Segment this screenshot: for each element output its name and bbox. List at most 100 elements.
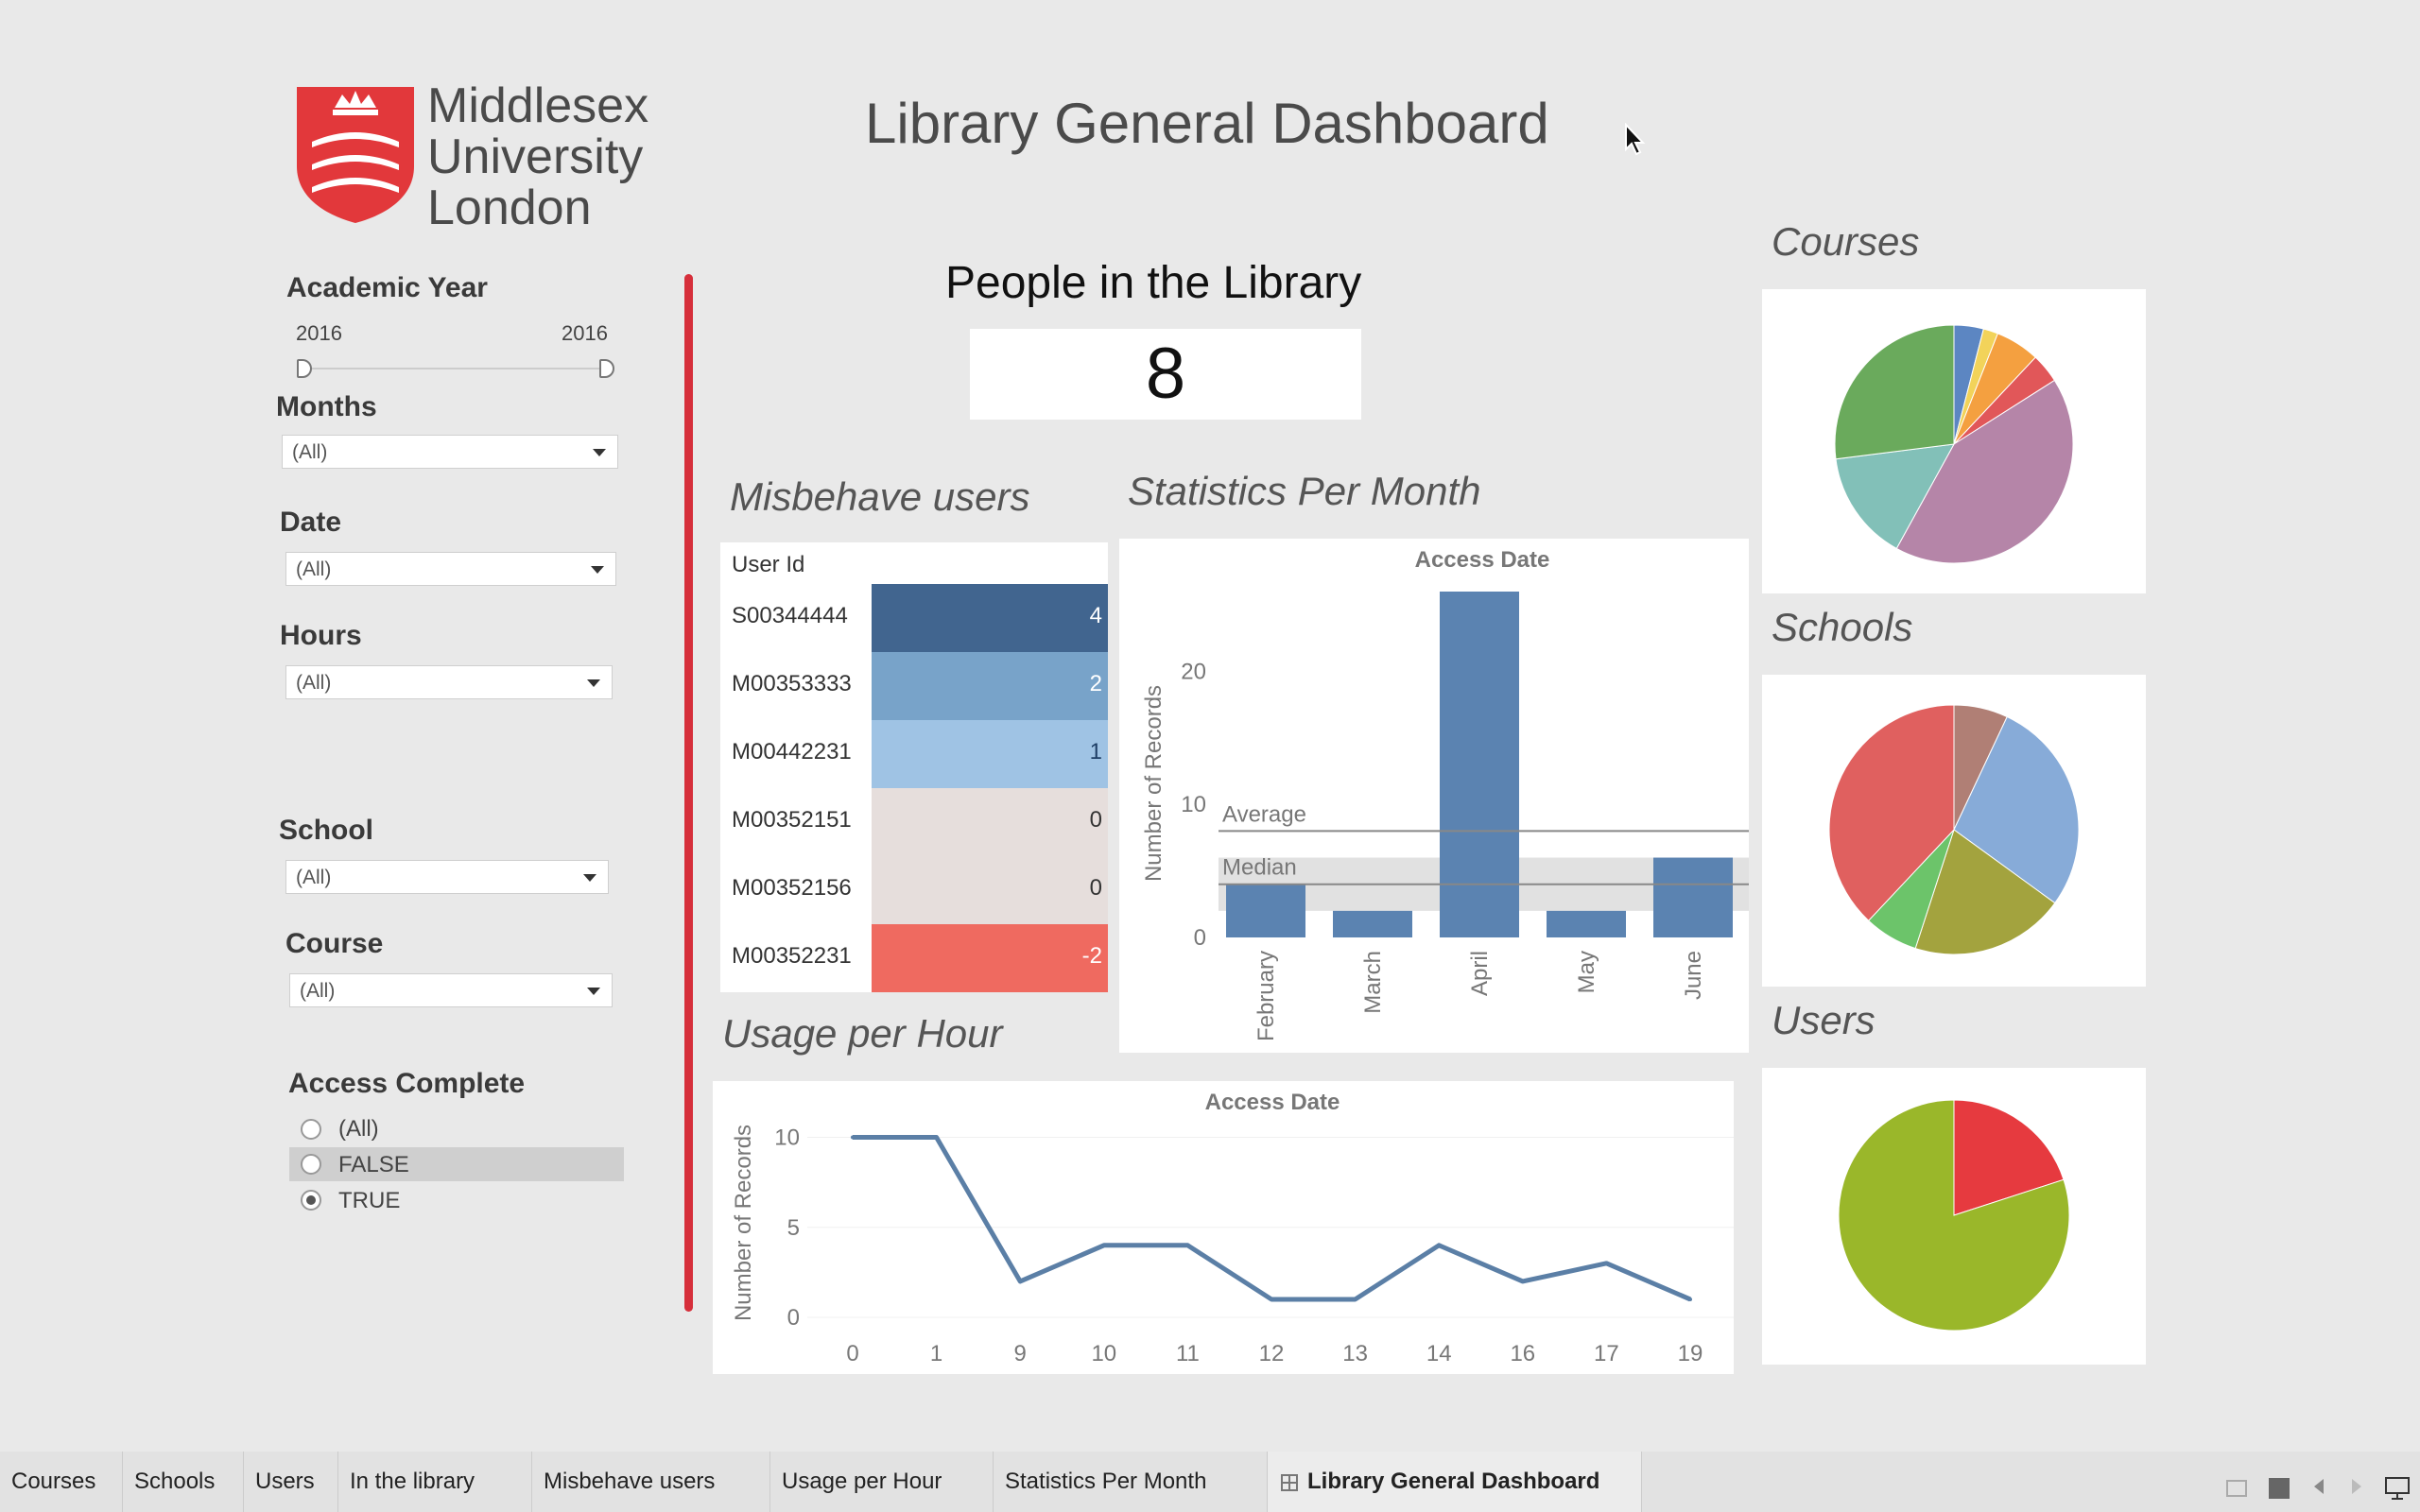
median-label: Median [1222, 855, 1297, 881]
date-dropdown[interactable]: (All) [285, 552, 616, 586]
tab-courses[interactable]: Courses [0, 1452, 123, 1512]
y-axis-label: Number of Records [731, 1125, 756, 1321]
bar [1440, 592, 1519, 937]
value-cell: 2 [872, 652, 1108, 720]
statistics-bar-chart[interactable]: Access Date Number of Records 0 10 20 Februar… [1119, 539, 1749, 1053]
table-row[interactable]: M00442231 1 [720, 720, 1108, 788]
value-cell: 0 [872, 788, 1108, 856]
chart-title: Access Date [1415, 547, 1550, 573]
bar [1547, 910, 1626, 937]
school-dropdown-value: (All) [296, 867, 332, 888]
year-slider-end-handle[interactable] [599, 359, 614, 378]
y-tick-label: 0 [787, 1305, 800, 1331]
value-label: 4 [1089, 603, 1102, 628]
access-option-label: FALSE [338, 1152, 409, 1177]
x-tick-label: 19 [1678, 1341, 1703, 1366]
data-point [1270, 1297, 1273, 1301]
people-count-box: 8 [970, 329, 1361, 420]
value-cell: -2 [872, 924, 1108, 992]
tab-usage-per-hour[interactable]: Usage per Hour [770, 1452, 994, 1512]
tab-in-the-library[interactable]: In the library [338, 1452, 532, 1512]
x-tick-label: 16 [1510, 1341, 1535, 1366]
tab-users[interactable]: Users [244, 1452, 338, 1512]
x-tick-label: 9 [1014, 1341, 1027, 1366]
tab-statistics-per-month[interactable]: Statistics Per Month [994, 1452, 1268, 1512]
x-tick-label: 10 [1091, 1341, 1116, 1366]
year-slider-track[interactable] [302, 368, 605, 369]
academic-year-from: 2016 [296, 321, 342, 345]
presentation-mode-icon[interactable] [2384, 1476, 2411, 1501]
next-tab-icon[interactable] [2352, 1479, 2361, 1494]
user-id-cell: M00352231 [732, 943, 852, 969]
tab-misbehave-users[interactable]: Misbehave users [532, 1452, 770, 1512]
y-tick-label: 20 [1181, 659, 1206, 684]
data-point [1604, 1261, 1609, 1265]
courses-pie-chart[interactable] [1762, 289, 2146, 593]
x-tick-label: 17 [1594, 1341, 1619, 1366]
table-row[interactable]: M00353333 2 [720, 652, 1108, 720]
x-tick-label: 0 [846, 1341, 858, 1366]
grid-view-icon[interactable] [2226, 1480, 2247, 1497]
y-tick-label: 10 [774, 1125, 800, 1151]
value-cell: 4 [872, 584, 1108, 652]
series-line [853, 1135, 1691, 1302]
access-option-true[interactable]: TRUE [289, 1183, 624, 1217]
users-panel [1762, 1068, 2146, 1365]
radio-checked-icon [301, 1190, 321, 1211]
value-cell: 0 [872, 856, 1108, 924]
logo-text-line3: London [427, 180, 592, 235]
radio-unchecked-icon [301, 1154, 321, 1175]
y-tick-label: 5 [787, 1215, 800, 1241]
dashboard-icon [1281, 1473, 1298, 1491]
x-tick-label: 13 [1342, 1341, 1368, 1366]
tab-schools[interactable]: Schools [123, 1452, 244, 1512]
user-id-cell: M00352151 [732, 807, 852, 833]
usage-line-chart[interactable]: Access DateNumber of Records 05100 1 9 10 11 1… [713, 1081, 1734, 1374]
dashboard-title: Library General Dashboard [865, 92, 1549, 155]
chevron-down-icon [591, 566, 604, 574]
data-point [1101, 1243, 1106, 1247]
schools-panel [1762, 675, 2146, 987]
year-slider-start-handle[interactable] [297, 359, 312, 378]
y-tick-label: 10 [1181, 792, 1206, 817]
users-pie-chart[interactable] [1762, 1068, 2146, 1365]
usage-panel: Access Date Number of Records 0 5 10 0 1 9 10 11 1… [713, 1081, 1734, 1374]
x-tick-label: April [1467, 951, 1493, 996]
academic-year-label: Academic Year [286, 272, 488, 303]
bar [1653, 857, 1733, 937]
x-tick-label: May [1574, 951, 1599, 993]
people-count: 8 [1145, 334, 1186, 414]
table-row[interactable]: M00352151 0 [720, 788, 1108, 856]
months-label: Months [276, 391, 377, 422]
value-label: 2 [1089, 671, 1102, 696]
users-title: Users [1772, 998, 1876, 1042]
table-row[interactable]: M00352156 0 [720, 856, 1108, 924]
course-dropdown[interactable]: (All) [289, 973, 613, 1007]
access-option-false[interactable]: FALSE [289, 1147, 624, 1181]
user-id-cell: S00344444 [732, 603, 848, 628]
data-point [1185, 1243, 1190, 1247]
chevron-down-icon [593, 449, 606, 456]
access-option-all[interactable]: (All) [289, 1111, 624, 1145]
people-title: People in the Library [945, 258, 1362, 308]
user-id-cell: M00352156 [732, 875, 852, 901]
value-label: 0 [1089, 807, 1102, 833]
logo-text-line1: Middlesex [427, 78, 649, 133]
data-point [1437, 1243, 1442, 1247]
table-row[interactable]: M00352231 -2 [720, 924, 1108, 992]
bar [1333, 910, 1412, 937]
data-point [851, 1135, 855, 1140]
schools-pie-chart[interactable] [1762, 675, 2146, 987]
table-row[interactable]: S00344444 4 [720, 584, 1108, 652]
filmstrip-view-icon[interactable] [2269, 1478, 2290, 1499]
access-complete-label: Access Complete [288, 1068, 526, 1099]
school-dropdown[interactable]: (All) [285, 860, 609, 894]
hours-dropdown[interactable]: (All) [285, 665, 613, 699]
value-cell: 1 [872, 720, 1108, 788]
value-label: 0 [1089, 875, 1102, 901]
previous-tab-icon[interactable] [2314, 1479, 2324, 1494]
tab-library-general-dashboard[interactable]: Library General Dashboard [1268, 1452, 1642, 1512]
access-option-label: TRUE [338, 1188, 401, 1213]
x-tick-label: June [1681, 951, 1706, 1000]
months-dropdown[interactable]: (All) [282, 435, 618, 469]
